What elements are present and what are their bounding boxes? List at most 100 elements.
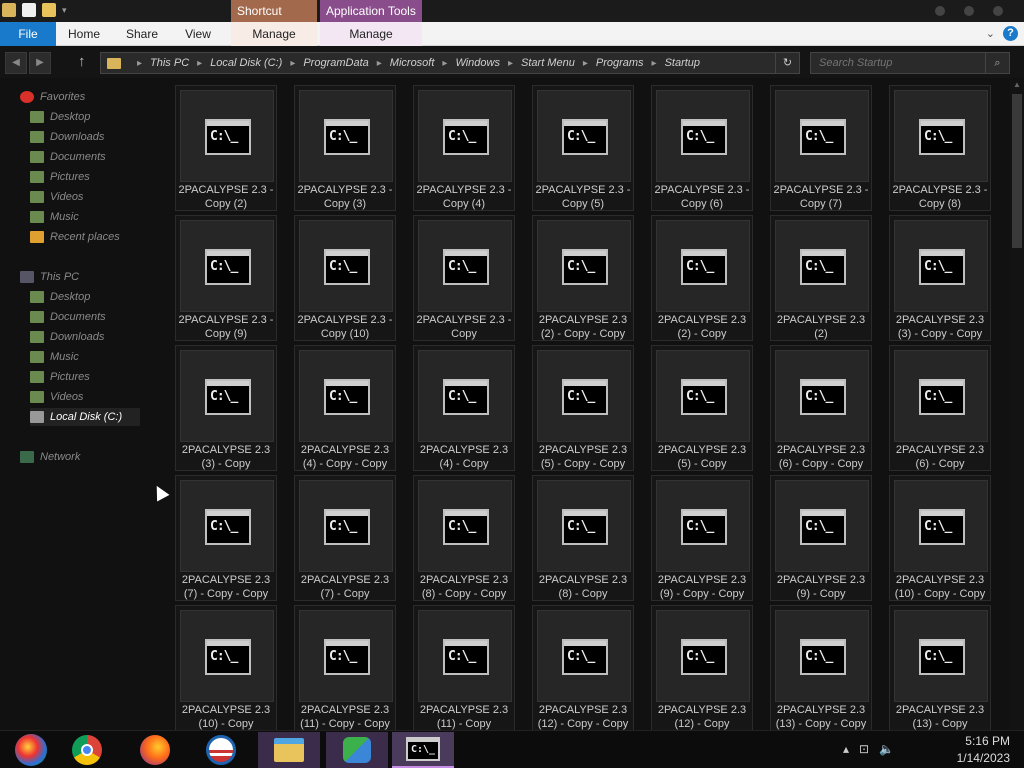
- file-item[interactable]: C:\_ 2PACALYPSE 2.3 (3) - Copy - Copy: [889, 215, 991, 341]
- nav-favorite-downloads[interactable]: Downloads: [30, 128, 140, 146]
- breadcrumb-item[interactable]: Programs: [596, 57, 644, 69]
- file-item[interactable]: C:\_ 2PACALYPSE 2.3 - Copy (4): [413, 85, 515, 211]
- tab-share[interactable]: Share: [120, 22, 164, 46]
- file-item[interactable]: C:\_ 2PACALYPSE 2.3 (6) - Copy: [889, 345, 991, 471]
- tab-manage-application[interactable]: Manage: [320, 22, 422, 46]
- breadcrumb-item[interactable]: Start Menu: [521, 57, 575, 69]
- breadcrumb-separator-icon[interactable]: ▸: [290, 58, 295, 69]
- tab-view[interactable]: View: [178, 22, 218, 46]
- file-item[interactable]: C:\_ 2PACALYPSE 2.3 (8) - Copy: [532, 475, 634, 601]
- breadcrumb-separator-icon[interactable]: ▸: [442, 58, 447, 69]
- close-button[interactable]: [993, 6, 1003, 16]
- file-item[interactable]: C:\_ 2PACALYPSE 2.3 - Copy (5): [532, 85, 634, 211]
- chrome-icon[interactable]: [56, 732, 118, 768]
- breadcrumb-item[interactable]: This PC: [150, 57, 189, 69]
- folder-icon[interactable]: [2, 3, 16, 17]
- tab-home[interactable]: Home: [62, 22, 106, 46]
- file-item[interactable]: C:\_ 2PACALYPSE 2.3 (13) - Copy: [889, 605, 991, 730]
- file-item[interactable]: C:\_ 2PACALYPSE 2.3 (12) - Copy: [651, 605, 753, 730]
- file-item[interactable]: C:\_ 2PACALYPSE 2.3 - Copy (9): [175, 215, 277, 341]
- start-orb-icon[interactable]: [0, 732, 62, 768]
- nav-network[interactable]: Network: [20, 448, 140, 466]
- nav-pc-documents[interactable]: Documents: [30, 308, 140, 326]
- file-item[interactable]: C:\_ 2PACALYPSE 2.3 (5) - Copy: [651, 345, 753, 471]
- nav-pc-music[interactable]: Music: [30, 348, 140, 366]
- nav-favorite-videos[interactable]: Videos: [30, 188, 140, 206]
- file-item[interactable]: C:\_ 2PACALYPSE 2.3 - Copy (3): [294, 85, 396, 211]
- nav-favorite-pictures[interactable]: Pictures: [30, 168, 140, 186]
- breadcrumb-separator-icon[interactable]: ▸: [197, 58, 202, 69]
- file-item[interactable]: C:\_ 2PACALYPSE 2.3 (10) - Copy: [175, 605, 277, 730]
- properties-icon[interactable]: [22, 3, 36, 17]
- search-input[interactable]: [811, 53, 981, 73]
- file-item[interactable]: C:\_ 2PACALYPSE 2.3 - Copy (6): [651, 85, 753, 211]
- breadcrumb-item[interactable]: ProgramData: [303, 57, 368, 69]
- nav-favorites[interactable]: Favorites: [20, 88, 140, 106]
- breadcrumb-item[interactable]: Local Disk (C:): [210, 57, 282, 69]
- search-box[interactable]: ⌕: [810, 52, 1010, 74]
- breadcrumb-item[interactable]: Startup: [665, 57, 700, 69]
- file-item[interactable]: C:\_ 2PACALYPSE 2.3 (2) - Copy - Copy: [532, 215, 634, 341]
- cmd-icon[interactable]: C:\_: [392, 732, 454, 768]
- nav-favorite-music[interactable]: Music: [30, 208, 140, 226]
- search-icon[interactable]: ⌕: [985, 53, 1009, 73]
- nav-favorite-desktop[interactable]: Desktop: [30, 108, 140, 126]
- file-item[interactable]: C:\_ 2PACALYPSE 2.3 (13) - Copy - Copy: [770, 605, 872, 730]
- address-bar[interactable]: ▸ This PC ▸ Local Disk (C:) ▸ ProgramData ▸ Mic…: [100, 52, 800, 74]
- file-item[interactable]: C:\_ 2PACALYPSE 2.3 (4) - Copy - Copy: [294, 345, 396, 471]
- minimize-button[interactable]: [935, 6, 945, 16]
- nav-pc-videos[interactable]: Videos: [30, 388, 140, 406]
- file-item[interactable]: C:\_ 2PACALYPSE 2.3 (9) - Copy: [770, 475, 872, 601]
- new-folder-icon[interactable]: [42, 3, 56, 17]
- file-item[interactable]: C:\_ 2PACALYPSE 2.3 (8) - Copy - Copy: [413, 475, 515, 601]
- tab-file[interactable]: File: [0, 22, 56, 46]
- breadcrumb-separator-icon[interactable]: ▸: [508, 58, 513, 69]
- file-item[interactable]: C:\_ 2PACALYPSE 2.3 - Copy (8): [889, 85, 991, 211]
- scrollbar-thumb[interactable]: [1012, 94, 1022, 248]
- up-arrow-icon[interactable]: ↑: [78, 53, 86, 70]
- file-item[interactable]: C:\_ 2PACALYPSE 2.3 (7) - Copy - Copy: [175, 475, 277, 601]
- expand-ribbon-icon[interactable]: ⌄: [986, 27, 995, 40]
- nav-favorite-recent-places[interactable]: Recent places: [30, 228, 140, 246]
- vertical-scrollbar[interactable]: ▲: [1010, 80, 1024, 730]
- breadcrumb-item[interactable]: Microsoft: [390, 57, 435, 69]
- file-item[interactable]: C:\_ 2PACALYPSE 2.3 - Copy: [413, 215, 515, 341]
- maximize-button[interactable]: [964, 6, 974, 16]
- nav-favorite-documents[interactable]: Documents: [30, 148, 140, 166]
- users-app-icon[interactable]: [326, 732, 388, 768]
- file-item[interactable]: C:\_ 2PACALYPSE 2.3 - Copy (2): [175, 85, 277, 211]
- file-item[interactable]: C:\_ 2PACALYPSE 2.3 (2): [770, 215, 872, 341]
- file-item[interactable]: C:\_ 2PACALYPSE 2.3 (11) - Copy - Copy: [294, 605, 396, 730]
- breadcrumb-separator-icon[interactable]: ▸: [583, 58, 588, 69]
- help-icon[interactable]: ?: [1003, 26, 1018, 41]
- nav-pc-pictures[interactable]: Pictures: [30, 368, 140, 386]
- breadcrumb-separator-icon[interactable]: ▸: [377, 58, 382, 69]
- refresh-icon[interactable]: ↻: [775, 53, 799, 73]
- file-item[interactable]: C:\_ 2PACALYPSE 2.3 (11) - Copy: [413, 605, 515, 730]
- nav-pc-local-disk-c-[interactable]: Local Disk (C:): [30, 408, 140, 426]
- breadcrumb-separator-icon[interactable]: ▸: [137, 58, 142, 69]
- file-item[interactable]: C:\_ 2PACALYPSE 2.3 (4) - Copy: [413, 345, 515, 471]
- tab-manage-shortcut[interactable]: Manage: [231, 22, 317, 46]
- show-hidden-icons-icon[interactable]: ▴: [843, 742, 849, 756]
- file-item[interactable]: C:\_ 2PACALYPSE 2.3 (9) - Copy - Copy: [651, 475, 753, 601]
- file-item[interactable]: C:\_ 2PACALYPSE 2.3 (12) - Copy - Copy: [532, 605, 634, 730]
- breadcrumb-separator-icon[interactable]: ▸: [652, 58, 657, 69]
- network-icon[interactable]: ⊡: [859, 742, 869, 756]
- scroll-up-icon[interactable]: ▲: [1010, 80, 1024, 92]
- file-explorer-icon[interactable]: [258, 732, 320, 768]
- file-item[interactable]: C:\_ 2PACALYPSE 2.3 (7) - Copy: [294, 475, 396, 601]
- nav-pc-desktop[interactable]: Desktop: [30, 288, 140, 306]
- breadcrumb-item[interactable]: Windows: [455, 57, 500, 69]
- file-item[interactable]: C:\_ 2PACALYPSE 2.3 (5) - Copy - Copy: [532, 345, 634, 471]
- firefox-icon[interactable]: [124, 732, 186, 768]
- nav-this-pc[interactable]: This PC: [20, 268, 140, 286]
- file-item[interactable]: C:\_ 2PACALYPSE 2.3 (2) - Copy: [651, 215, 753, 341]
- nav-pc-downloads[interactable]: Downloads: [30, 328, 140, 346]
- qat-dropdown-icon[interactable]: ▾: [62, 5, 67, 16]
- back-button[interactable]: ◀: [5, 52, 27, 74]
- file-item[interactable]: C:\_ 2PACALYPSE 2.3 (6) - Copy - Copy: [770, 345, 872, 471]
- file-item[interactable]: C:\_ 2PACALYPSE 2.3 (10) - Copy - Copy: [889, 475, 991, 601]
- file-item[interactable]: C:\_ 2PACALYPSE 2.3 - Copy (10): [294, 215, 396, 341]
- file-item[interactable]: C:\_ 2PACALYPSE 2.3 - Copy (7): [770, 85, 872, 211]
